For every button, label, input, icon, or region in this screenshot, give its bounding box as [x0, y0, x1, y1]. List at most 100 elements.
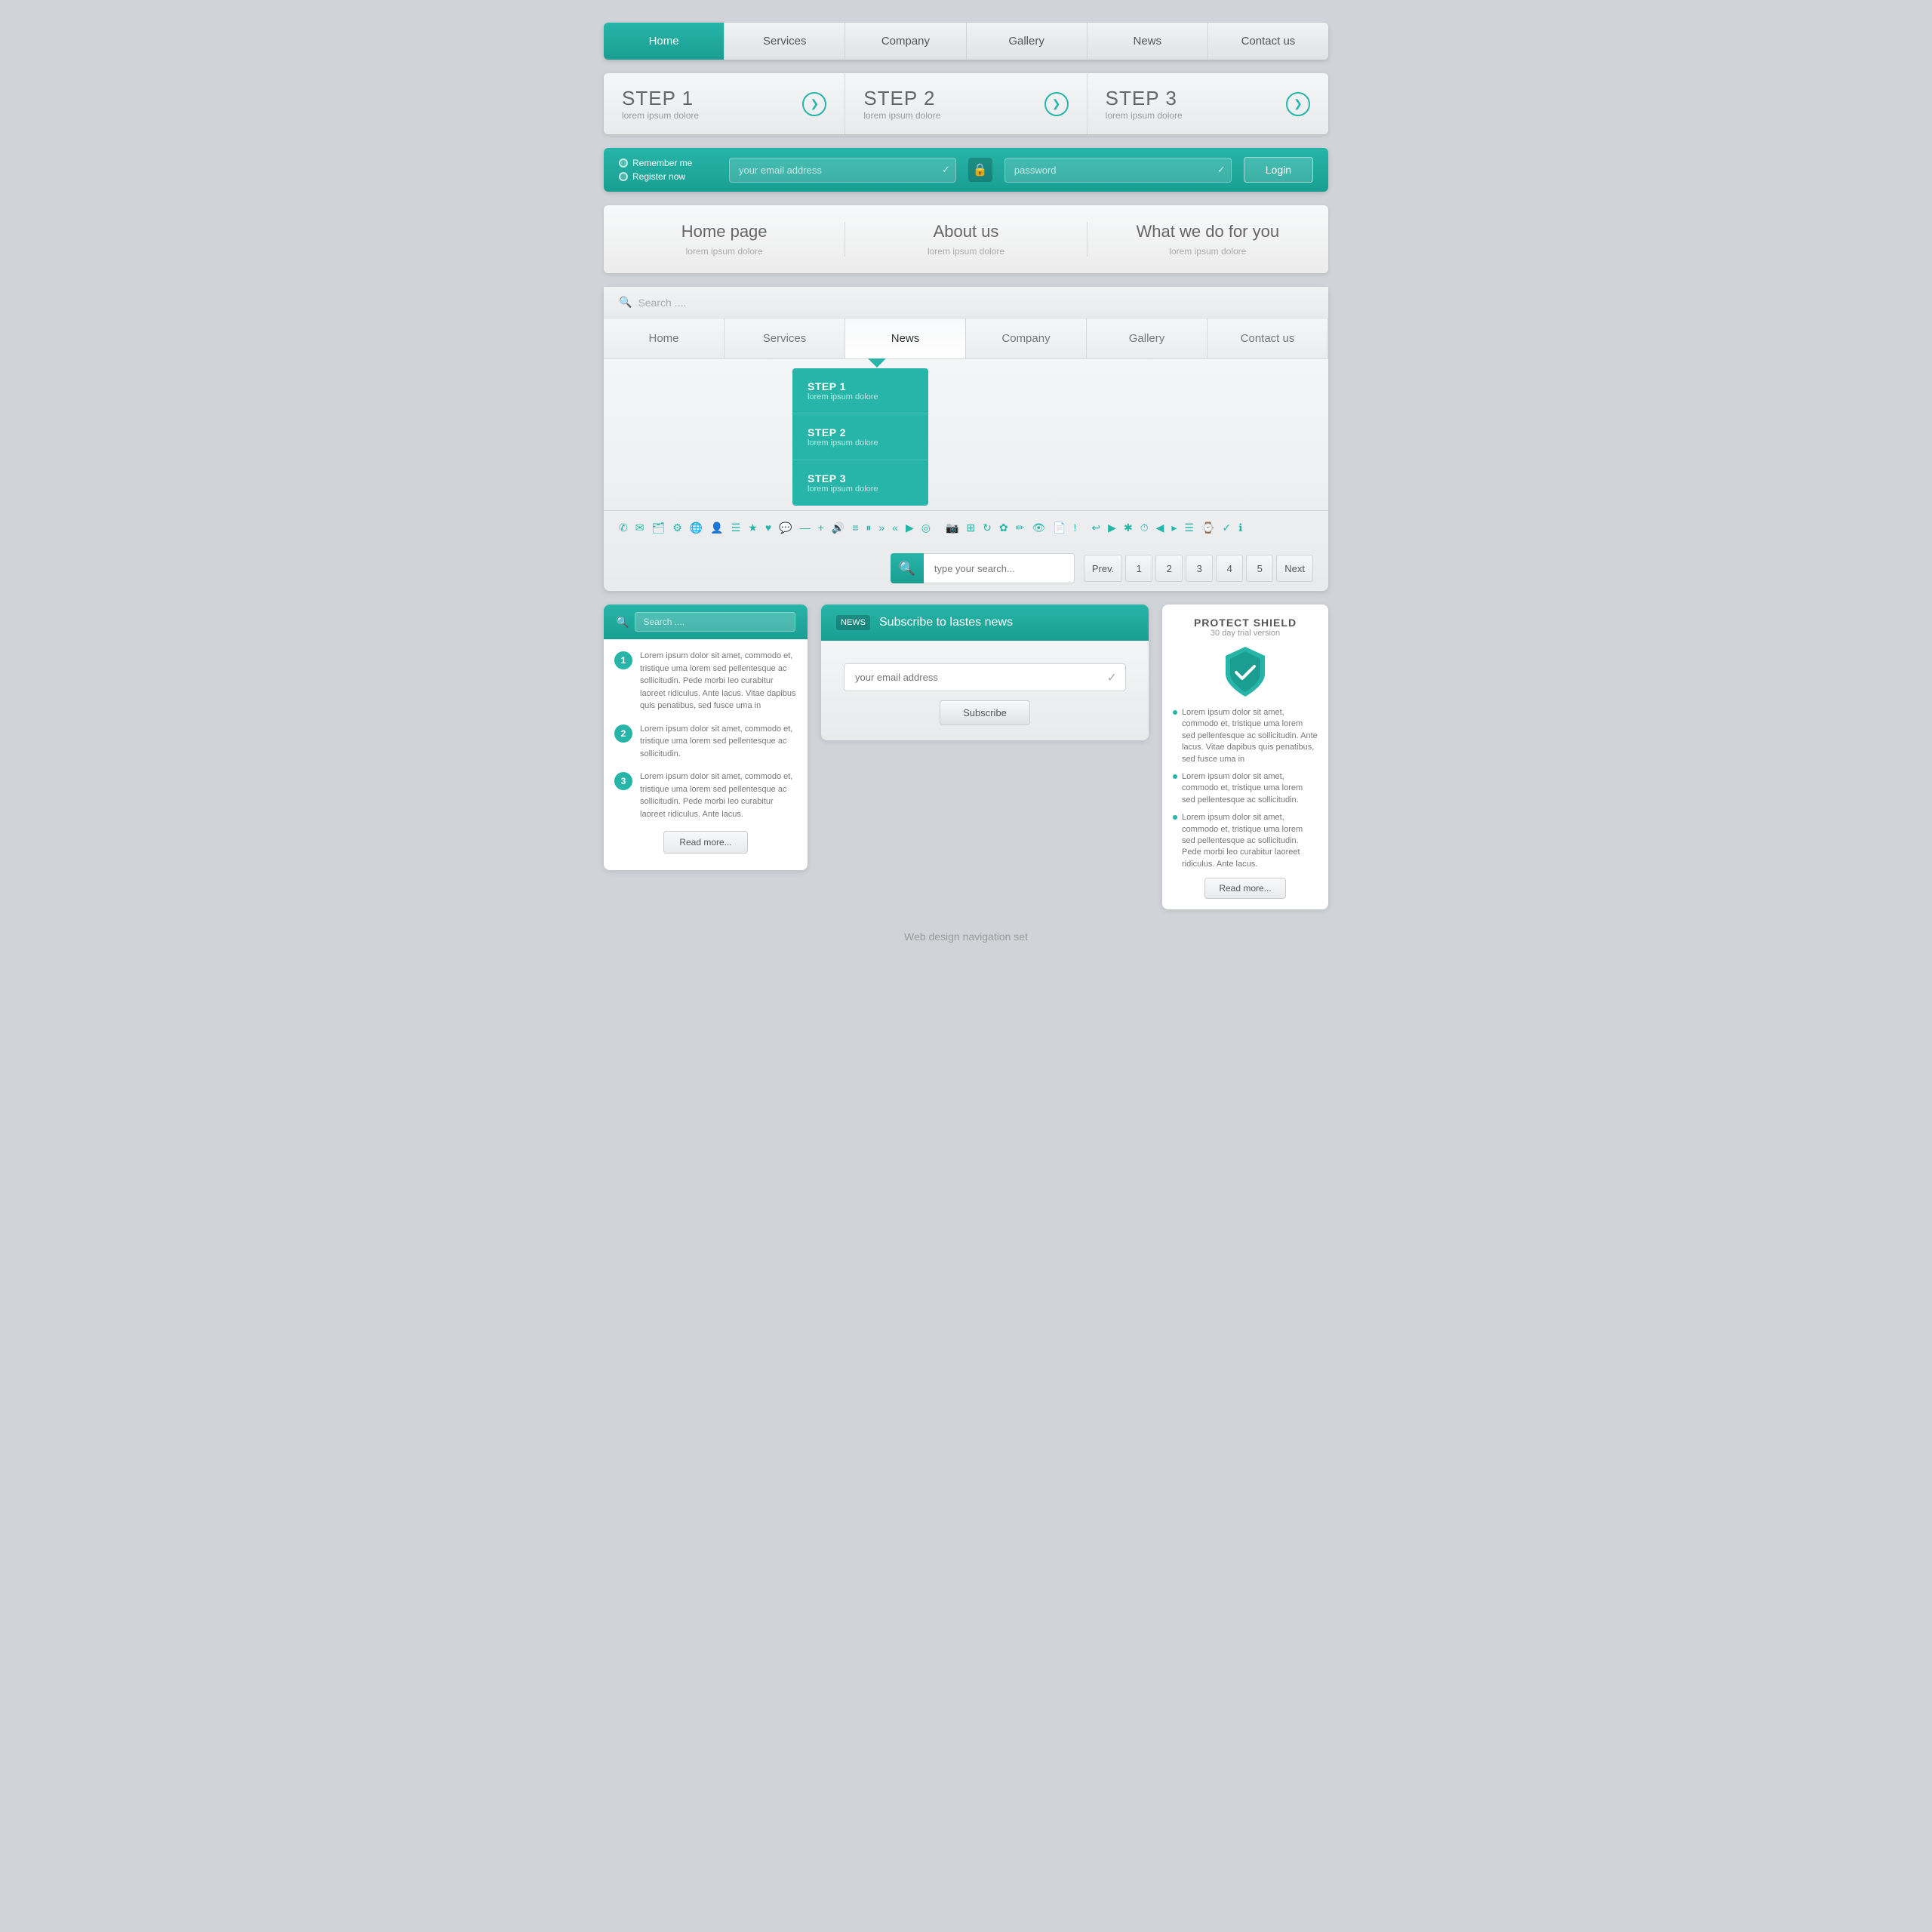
icon-watch[interactable]: ⌚	[1201, 521, 1214, 535]
bullet-dot-2	[1173, 774, 1177, 779]
nav1-home[interactable]: Home	[604, 23, 724, 60]
icon-grid[interactable]: ⊞	[966, 521, 975, 535]
icon-briefcase[interactable]: 🗂	[651, 521, 665, 535]
nav2-news[interactable]: News	[845, 318, 966, 358]
next-button[interactable]: Next	[1276, 555, 1313, 582]
nav1-gallery[interactable]: Gallery	[967, 23, 1088, 60]
register-now-item[interactable]: Register now	[619, 171, 717, 182]
register-radio[interactable]	[619, 172, 628, 181]
subscribe-button[interactable]: Subscribe	[940, 700, 1030, 725]
icon-file[interactable]: 📄	[1053, 521, 1066, 535]
icon-plus[interactable]: +	[818, 521, 824, 535]
dropdown-step2[interactable]: STEP 2 lorem ipsum dolore	[792, 414, 928, 460]
login-button[interactable]: Login	[1244, 157, 1313, 183]
icon-email[interactable]: ✉	[635, 521, 645, 535]
icon-clock[interactable]: ⏱	[1140, 521, 1149, 535]
icon-gear[interactable]: ⚙	[672, 521, 682, 535]
search-icon-sm: 🔍	[619, 296, 632, 309]
step-3[interactable]: STEP 3 lorem ipsum dolore ❯	[1088, 73, 1328, 134]
nav2-home[interactable]: Home	[604, 318, 724, 358]
step-1[interactable]: STEP 1 lorem ipsum dolore ❯	[604, 73, 845, 134]
icon-pencil[interactable]: ✏	[1016, 521, 1025, 535]
nav1-contact[interactable]: Contact us	[1208, 23, 1328, 60]
page-3[interactable]: 3	[1186, 555, 1213, 582]
nav2-contact[interactable]: Contact us	[1208, 318, 1328, 358]
icon-refresh[interactable]: ↻	[983, 521, 992, 535]
icon-phone[interactable]: ✆	[619, 521, 628, 535]
bullet-dot-3	[1173, 815, 1177, 820]
icon-right[interactable]: ▸	[1171, 521, 1177, 535]
dropdown-step2-sub: lorem ipsum dolore	[808, 438, 913, 448]
nav2-gallery[interactable]: Gallery	[1087, 318, 1208, 358]
page-4[interactable]: 4	[1216, 555, 1243, 582]
list-text-1: Lorem ipsum dolor sit amet, commodo et, …	[640, 650, 797, 712]
shield-sub: 30 day trial version	[1173, 629, 1318, 638]
dropdown-step3[interactable]: STEP 3 lorem ipsum dolore	[792, 460, 928, 506]
icon-star[interactable]: ★	[748, 521, 758, 535]
search-button-2[interactable]: 🔍	[891, 553, 924, 583]
page-2[interactable]: 2	[1155, 555, 1183, 582]
icon-video[interactable]: ▶	[1108, 521, 1116, 535]
list-num-2: 2	[614, 724, 632, 743]
subscribe-header-label: Subscribe to lastes news	[879, 616, 1013, 629]
icon-chat[interactable]: 💬	[779, 521, 792, 535]
prev-button[interactable]: Prev.	[1084, 555, 1122, 582]
pagination: Prev. 1 2 3 4 5 Next	[1084, 555, 1313, 582]
page-1[interactable]: 1	[1125, 555, 1152, 582]
nav-bar-2: Home Services News Company Gallery Conta…	[604, 318, 1328, 359]
icon-sound[interactable]: 🔊	[832, 521, 844, 535]
icon-rss[interactable]: ☰	[731, 521, 741, 535]
icon-forward[interactable]: »	[878, 521, 884, 535]
shield-read-more[interactable]: Read more...	[1204, 878, 1285, 899]
subscribe-email-input[interactable]	[844, 663, 1126, 691]
info-aboutus-sub: lorem ipsum dolore	[860, 246, 1071, 257]
step-2[interactable]: STEP 2 lorem ipsum dolore ❯	[845, 73, 1087, 134]
icon-camera[interactable]: 📷	[946, 521, 958, 535]
shield-bullet-2: Lorem ipsum dolor sit amet, commodo et, …	[1173, 771, 1318, 806]
icon-heart[interactable]: ♥	[765, 521, 771, 535]
icon-exclaim[interactable]: !	[1074, 521, 1077, 535]
dropdown-step3-sub: lorem ipsum dolore	[808, 485, 913, 494]
search-dots-label: Search ....	[638, 297, 686, 309]
remember-me-item[interactable]: Remember me	[619, 158, 717, 168]
list-read-more[interactable]: Read more...	[663, 831, 747, 854]
nav1-services[interactable]: Services	[724, 23, 845, 60]
icon-backward[interactable]: «	[892, 521, 898, 535]
icon-asterisk[interactable]: ✱	[1124, 521, 1133, 535]
password-input[interactable]	[1004, 158, 1232, 183]
icon-play[interactable]: ▶	[906, 521, 914, 535]
icon-menu[interactable]: ≡	[852, 521, 858, 535]
list-body: 1 Lorem ipsum dolor sit amet, commodo et…	[604, 639, 808, 870]
nav1-news[interactable]: News	[1088, 23, 1208, 60]
icon-check[interactable]: ✓	[1222, 521, 1231, 535]
icon-left[interactable]: ◀	[1156, 521, 1164, 535]
icon-globe[interactable]: 🌐	[690, 521, 703, 535]
search-input-2[interactable]	[924, 553, 1075, 583]
nav2-services[interactable]: Services	[724, 318, 845, 358]
icon-pause[interactable]: ⏸	[866, 521, 871, 535]
shield-widget: PROTECT SHIELD 30 day trial version Lore…	[1162, 605, 1328, 909]
dropdown-step3-title: STEP 3	[808, 472, 913, 485]
step3-arrow: ❯	[1286, 92, 1310, 116]
email-checkmark: ✓	[942, 164, 950, 176]
info-homepage: Home page lorem ipsum dolore	[604, 222, 845, 257]
icon-lines[interactable]: ☰	[1184, 521, 1194, 535]
list-search-input[interactable]	[635, 612, 795, 632]
icon-user[interactable]: 👤	[710, 521, 723, 535]
login-checks: Remember me Register now	[619, 158, 717, 182]
icon-info[interactable]: ℹ	[1238, 521, 1242, 535]
nav1-company[interactable]: Company	[845, 23, 966, 60]
email-input[interactable]	[729, 158, 956, 183]
icon-minus[interactable]: —	[800, 521, 811, 535]
icon-target[interactable]: ◎	[921, 521, 931, 535]
icon-flower[interactable]: ✿	[999, 521, 1008, 535]
page-5[interactable]: 5	[1246, 555, 1273, 582]
nav2-company[interactable]: Company	[966, 318, 1087, 358]
icon-eye[interactable]: 👁	[1032, 521, 1045, 535]
remember-radio[interactable]	[619, 158, 628, 168]
icon-hook[interactable]: ↩	[1091, 521, 1100, 535]
shield-title: PROTECT SHIELD	[1173, 617, 1318, 629]
subscribe-widget: NEWS Subscribe to lastes news ✓ Subscrib…	[821, 605, 1149, 740]
search-box-2: 🔍	[891, 553, 1075, 583]
dropdown-step1[interactable]: STEP 1 lorem ipsum dolore	[792, 368, 928, 414]
